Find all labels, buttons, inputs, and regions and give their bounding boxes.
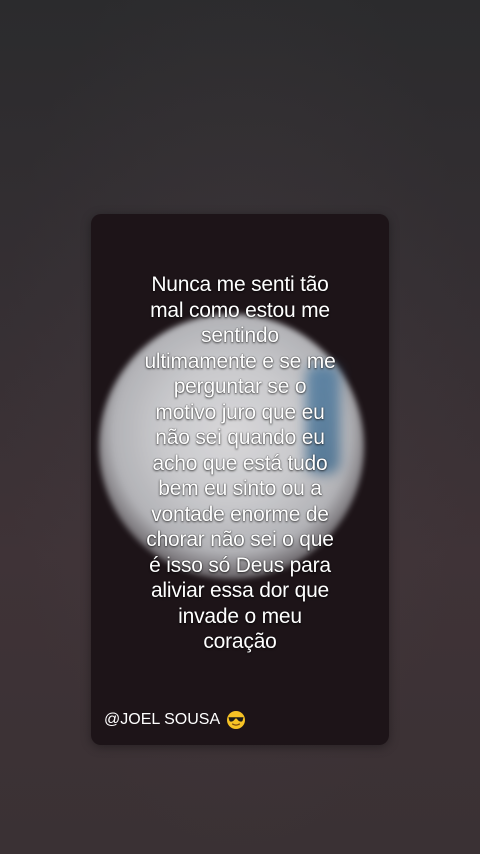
quote-line: chorar não sei o que [146,528,334,551]
quote-line: Nunca me senti tão [151,273,329,296]
quote-line: bem eu sinto ou a [158,477,322,500]
quote-line: motivo juro que eu [155,400,325,424]
quote-line: ultimamente e se me [144,349,336,373]
quote-text: Nunca me senti tão mal como estou me sen… [91,272,389,655]
quote-line: mal como estou me [150,298,330,322]
sunglasses-emoji-icon [227,711,246,729]
author-signature: @JOEL SOUSA [104,710,246,730]
quote-line: não sei quando eu [155,426,325,449]
quote-line: coração [203,630,277,653]
quote-line: acho que está tudo [152,451,328,475]
quote-line: vontade enorme de [151,502,329,526]
quote-line: é isso só Deus para [149,553,331,577]
author-handle: @JOEL SOUSA [104,711,221,728]
story-card[interactable]: Nunca me senti tão mal como estou me sen… [91,214,389,745]
quote-line: sentindo [201,324,279,347]
quote-line: invade o meu [178,604,302,628]
quote-line: aliviar essa dor que [150,579,330,602]
quote-line: perguntar se o [173,375,307,398]
